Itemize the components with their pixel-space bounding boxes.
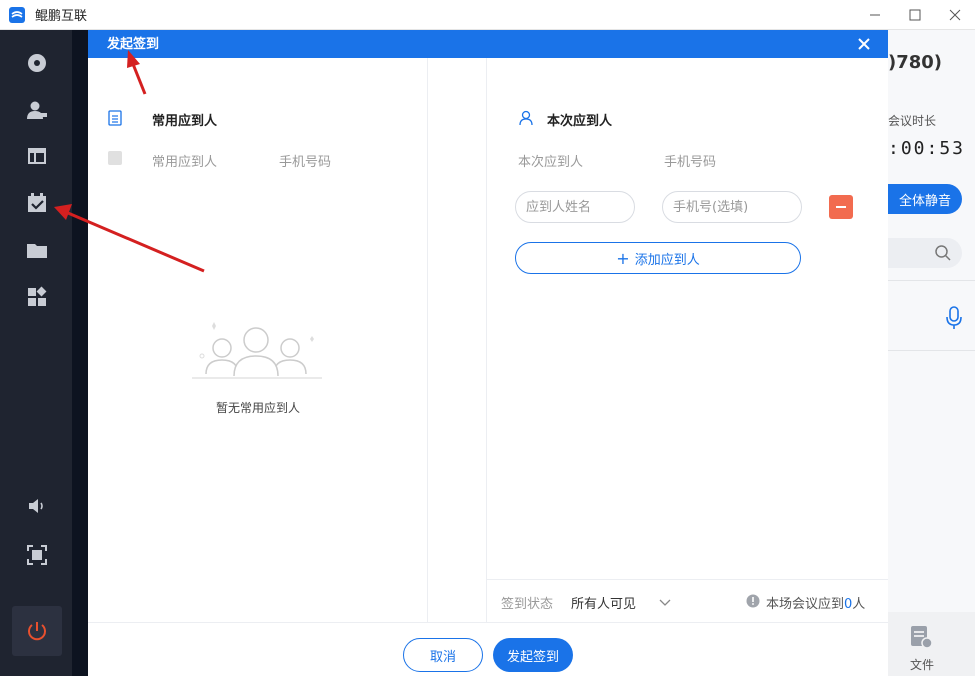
mute-all-button[interactable]: 全体静音 [888, 184, 962, 214]
search-icon [934, 244, 952, 266]
participant-count: )780) [888, 52, 943, 73]
column-divider [428, 58, 487, 622]
checkin-calendar-icon[interactable] [24, 190, 50, 216]
plus-icon: + [616, 248, 630, 268]
app-logo-icon [9, 6, 25, 23]
select-all-checkbox[interactable] [108, 151, 122, 165]
file-tab[interactable]: 文件 [888, 612, 975, 676]
duration-label: 会议时长 [888, 114, 937, 128]
dialog-title: 发起签到 [107, 37, 160, 52]
divider [888, 280, 975, 281]
cancel-button[interactable]: 取消 [403, 638, 483, 672]
fullscreen-icon[interactable] [24, 542, 50, 568]
maximize-button[interactable] [895, 0, 935, 30]
minus-icon [836, 206, 846, 208]
session-name-column: 本次应到人 [518, 155, 584, 170]
speaker-icon[interactable] [24, 493, 50, 519]
session-attendees-title: 本次应到人 [547, 114, 613, 129]
add-attendee-button[interactable]: + 添加应到人 [515, 242, 801, 274]
common-attendees-section: 常用应到人 常用应到人 手机号码 暂无常用应到人 [88, 58, 428, 622]
attendee-name-input[interactable] [515, 191, 635, 223]
microphone-icon[interactable] [945, 306, 963, 334]
divider [888, 350, 975, 351]
empty-people-icon [192, 316, 322, 386]
window-titlebar: 鲲鹏互联 [0, 0, 975, 30]
info-icon [746, 594, 760, 612]
participants-icon[interactable] [24, 97, 50, 123]
dialog-header: 发起签到 [88, 30, 888, 58]
file-icon [908, 624, 934, 654]
person-icon [519, 110, 533, 130]
attendee-phone-input[interactable] [662, 191, 802, 223]
empty-state-text: 暂无常用应到人 [215, 401, 300, 415]
session-attendees-section: 本次应到人 本次应到人 手机号码 + 添加应到人 签到状态 所有人可见 本场会议… [487, 58, 888, 622]
video-backdrop [72, 30, 88, 676]
common-name-column: 常用应到人 [152, 155, 218, 170]
common-attendees-title: 常用应到人 [152, 114, 218, 129]
add-attendee-label: 添加应到人 [634, 252, 700, 268]
expected-count-note: 本场会议应到0人 [766, 597, 866, 612]
leave-meeting-button[interactable] [12, 606, 62, 656]
remove-attendee-button[interactable] [829, 195, 853, 219]
close-dialog-icon[interactable] [854, 34, 874, 54]
app-title: 鲲鹏互联 [35, 9, 88, 24]
close-window-button[interactable] [935, 0, 975, 30]
record-icon[interactable] [24, 50, 50, 76]
minimize-button[interactable] [855, 0, 895, 30]
chevron-down-icon[interactable] [659, 596, 671, 611]
status-select[interactable]: 所有人可见 [571, 593, 636, 612]
meeting-info-panel: )780) 会议时长 :00:53 全体静音 文件 [888, 30, 975, 676]
sidebar [0, 30, 72, 676]
checkin-status-bar: 签到状态 所有人可见 本场会议应到0人 [487, 579, 888, 622]
dialog-footer: 取消 发起签到 [88, 622, 888, 676]
layout-icon[interactable] [24, 143, 50, 169]
start-checkin-button[interactable]: 发起签到 [493, 638, 573, 672]
file-label: 文件 [910, 658, 935, 672]
session-phone-column: 手机号码 [664, 155, 717, 170]
power-icon [28, 622, 46, 641]
folder-icon[interactable] [24, 237, 50, 263]
common-phone-column: 手机号码 [279, 155, 332, 170]
checkin-dialog: 发起签到 常用应到人 常用应到人 手机号码 暂无常用应到人 本次应到人 本次应到… [88, 30, 888, 676]
apps-icon[interactable] [24, 284, 50, 310]
list-icon [108, 110, 122, 130]
participant-search[interactable] [888, 238, 962, 268]
meeting-timer: :00:53 [888, 138, 966, 159]
status-label: 签到状态 [501, 597, 554, 612]
